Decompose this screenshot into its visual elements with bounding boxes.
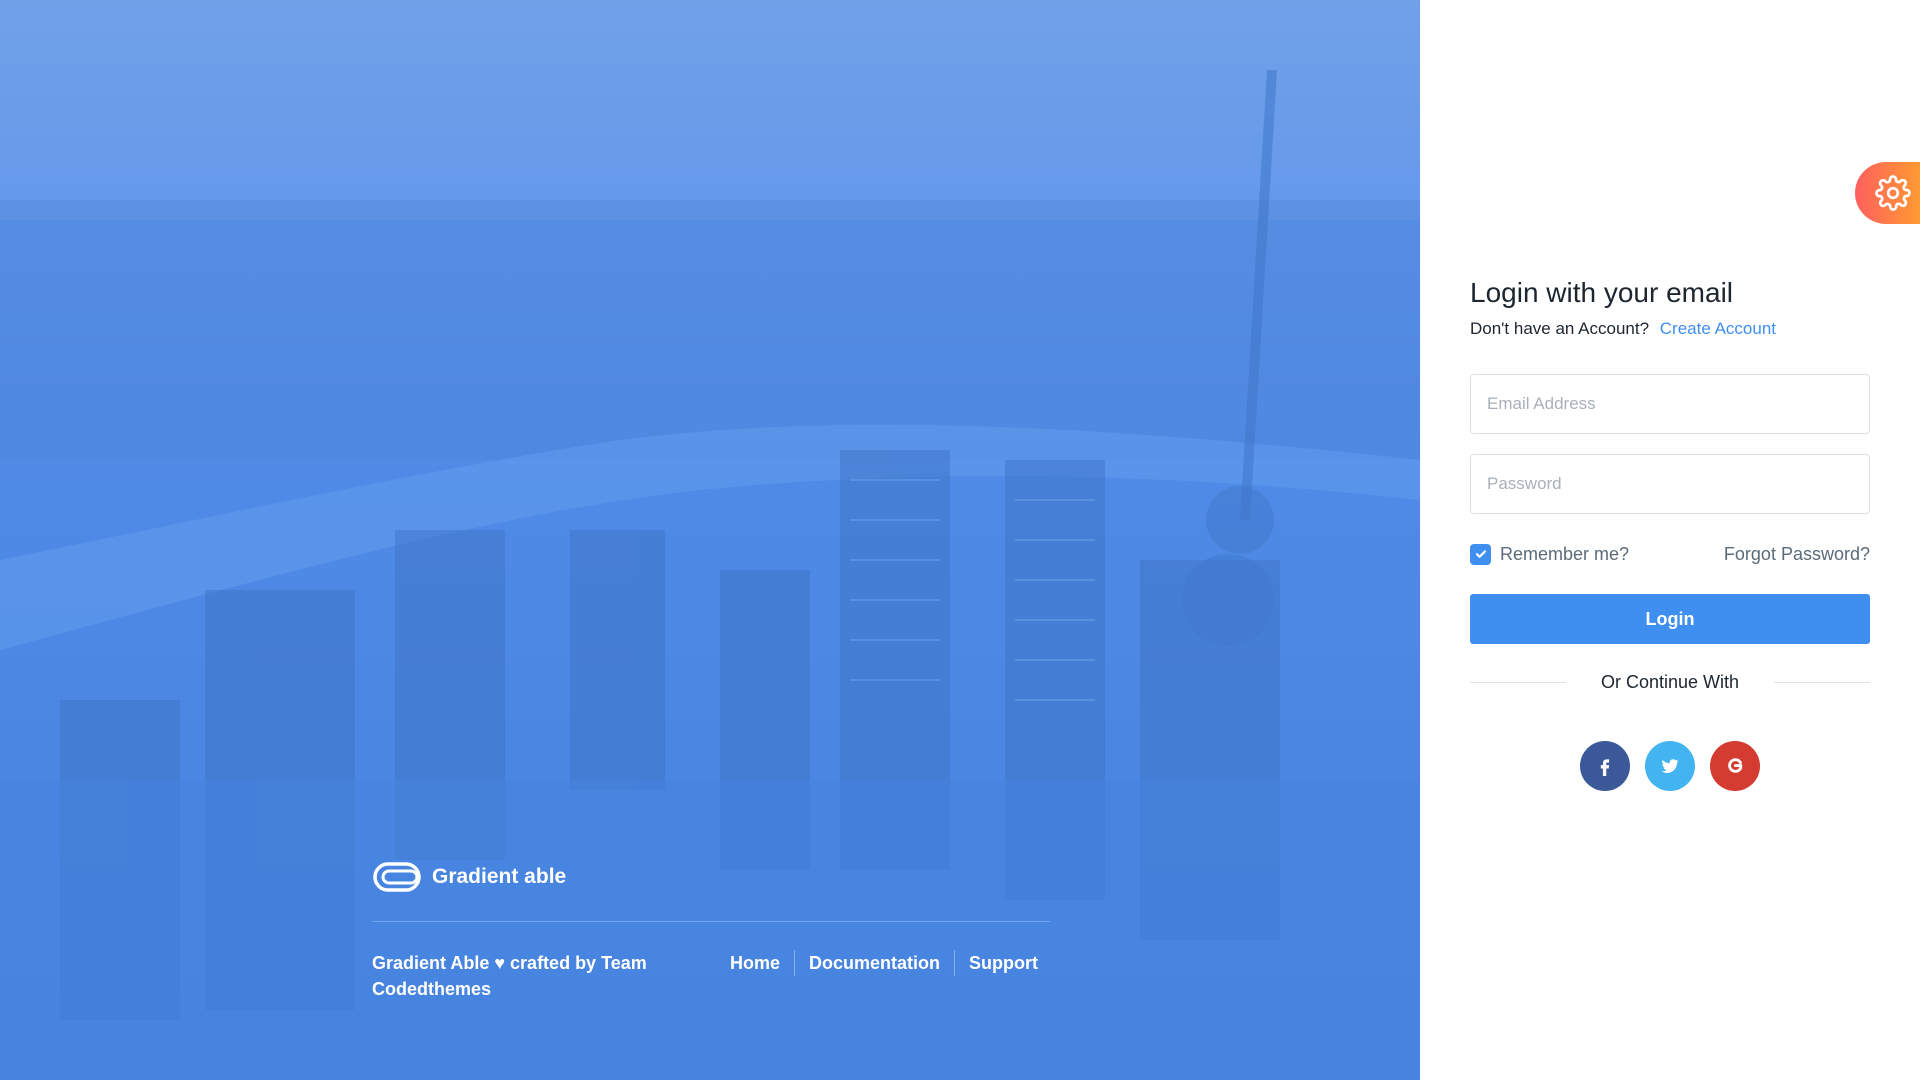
twitter-icon — [1661, 759, 1679, 773]
footer-links: Home Documentation Support — [715, 950, 1052, 976]
create-account-link[interactable]: Create Account — [1660, 319, 1776, 338]
brand-logo-icon — [373, 862, 421, 892]
hero-panel: Gradient able Gradient Able ♥ crafted by… — [0, 0, 1420, 1080]
facebook-icon — [1600, 759, 1610, 776]
divider-line — [1774, 682, 1870, 683]
footer-link-home[interactable]: Home — [715, 951, 794, 975]
continue-with-divider: Or Continue With — [1470, 672, 1870, 693]
signup-prompt: Don't have an Account? Create Account — [1470, 318, 1870, 340]
divider-line — [1470, 682, 1566, 683]
brand-name: Gradient able — [432, 865, 567, 888]
signup-prompt-text: Don't have an Account? — [1470, 319, 1650, 338]
google-login-button[interactable] — [1710, 741, 1760, 791]
gear-icon — [1875, 175, 1911, 211]
footer-link-documentation[interactable]: Documentation — [795, 951, 954, 975]
footer-copyright: Gradient Able ♥ crafted by Team Codedthe… — [372, 953, 647, 999]
footer-link-support[interactable]: Support — [955, 951, 1052, 975]
continue-with-label: Or Continue With — [1600, 672, 1740, 692]
login-button[interactable]: Login — [1470, 594, 1870, 644]
password-field[interactable] — [1470, 454, 1870, 514]
email-field[interactable] — [1470, 374, 1870, 434]
settings-button[interactable] — [1855, 162, 1920, 224]
login-form: Login with your email Don't have an Acco… — [1470, 272, 1870, 791]
hero-brand[interactable]: Gradient able — [372, 860, 566, 894]
login-title: Login with your email — [1470, 277, 1734, 308]
google-icon — [1728, 758, 1743, 773]
city-background-image — [0, 0, 1420, 1080]
checkbox-checked-icon[interactable] — [1470, 543, 1491, 565]
social-login-buttons — [1470, 741, 1870, 791]
remember-me-checkbox[interactable]: Remember me? — [1470, 543, 1630, 565]
remember-me-label: Remember me? — [1500, 543, 1630, 564]
twitter-login-button[interactable] — [1645, 741, 1695, 791]
remember-row: Remember me? Forgot Password? — [1470, 542, 1870, 566]
facebook-login-button[interactable] — [1580, 741, 1630, 791]
forgot-password-link[interactable]: Forgot Password? — [1724, 544, 1870, 565]
hero-divider — [372, 921, 1050, 922]
